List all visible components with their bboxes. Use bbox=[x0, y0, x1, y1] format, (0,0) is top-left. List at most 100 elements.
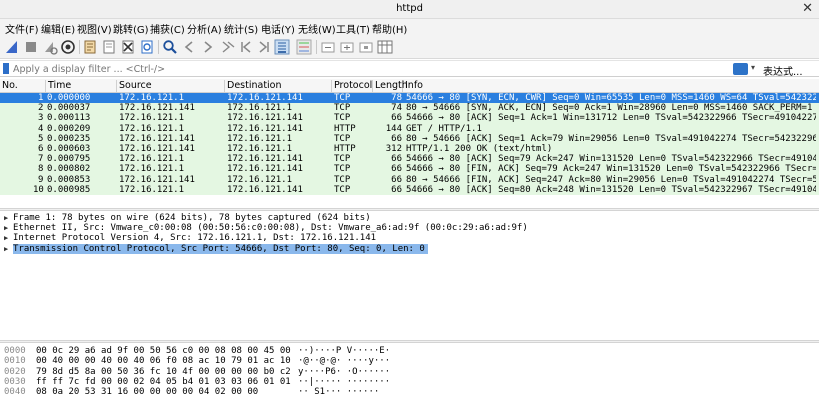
filter-history-dropdown-icon[interactable]: ▾ bbox=[751, 63, 755, 72]
menu-wireless[interactable]: 无线(W) bbox=[298, 21, 336, 36]
packet-source: 172.16.121.141 bbox=[119, 174, 195, 185]
menu-telephony[interactable]: 电话(Y) bbox=[261, 21, 295, 36]
packet-row[interactable]: 4 0.000209 172.16.121.1 172.16.121.141 H… bbox=[0, 123, 819, 134]
detail-ipv4[interactable]: ▶ Internet Protocol Version 4, Src: 172.… bbox=[0, 233, 819, 243]
menu-tools[interactable]: 工具(T) bbox=[336, 21, 370, 36]
packet-info: 54666 → 80 [SYN, ECN, CWR] Seq=0 Win=655… bbox=[406, 93, 816, 103]
packet-row[interactable]: 6 0.000603 172.16.121.141 172.16.121.1 H… bbox=[0, 144, 819, 155]
expand-arrow-icon[interactable]: ▶ bbox=[4, 223, 8, 233]
menu-help[interactable]: 帮助(H) bbox=[372, 21, 407, 36]
title-bar: httpd ✕ bbox=[0, 0, 819, 19]
bytes-row[interactable]: 0040 08 0a 20 53 31 16 00 00 00 00 04 02… bbox=[0, 387, 819, 397]
packet-row[interactable]: 10 0.000985 172.16.121.1 172.16.121.141 … bbox=[0, 184, 819, 195]
expand-arrow-icon[interactable]: ▶ bbox=[4, 233, 8, 243]
column-length[interactable]: Length bbox=[373, 80, 408, 93]
expand-arrow-icon[interactable]: ▶ bbox=[4, 213, 8, 223]
menu-file[interactable]: 文件(F) bbox=[5, 21, 39, 36]
save-file-icon[interactable] bbox=[101, 39, 117, 55]
bytes-row[interactable]: 0030 ff ff 7c fd 00 00 02 04 05 b4 01 03… bbox=[0, 377, 819, 387]
capture-options-icon[interactable] bbox=[60, 39, 76, 55]
expand-arrow-icon[interactable]: ▶ bbox=[4, 244, 8, 254]
go-forward-icon[interactable] bbox=[200, 39, 216, 55]
packet-time: 0.000985 bbox=[47, 184, 91, 195]
go-first-icon[interactable] bbox=[238, 39, 254, 55]
column-info[interactable]: Info bbox=[403, 80, 819, 93]
byte-ascii: ·@··@·@· ····y··· bbox=[298, 356, 391, 367]
packet-length: 144 bbox=[385, 123, 402, 134]
pane-splitter[interactable] bbox=[0, 340, 819, 343]
packet-row[interactable]: 2 0.000037 172.16.121.141 172.16.121.1 T… bbox=[0, 103, 819, 114]
zoom-in-icon[interactable] bbox=[320, 39, 336, 55]
byte-ascii: ·· S1··· ······ bbox=[298, 387, 380, 398]
go-last-icon[interactable] bbox=[256, 39, 272, 55]
go-to-packet-icon[interactable] bbox=[219, 39, 235, 55]
close-window-icon[interactable]: ✕ bbox=[802, 1, 813, 16]
detail-frame[interactable]: ▶ Frame 1: 78 bytes on wire (624 bits), … bbox=[0, 213, 819, 223]
find-packet-icon[interactable] bbox=[162, 39, 178, 55]
colorize-icon[interactable] bbox=[296, 39, 312, 55]
menu-view[interactable]: 视图(V) bbox=[77, 21, 112, 36]
byte-hex: 00 0c 29 a6 ad 9f 00 50 56 c0 00 08 08 0… bbox=[36, 346, 291, 356]
restart-capture-icon[interactable] bbox=[42, 39, 58, 55]
packet-time: 0.000037 bbox=[47, 103, 91, 114]
column-destination[interactable]: Destination bbox=[225, 80, 332, 93]
packet-length: 312 bbox=[385, 144, 402, 154]
packet-row[interactable]: 7 0.000795 172.16.121.1 172.16.121.141 T… bbox=[0, 154, 819, 165]
packet-source: 172.16.121.1 bbox=[119, 123, 185, 134]
menu-statistics[interactable]: 统计(S) bbox=[224, 21, 258, 36]
open-file-icon[interactable] bbox=[82, 39, 98, 55]
packet-list-header: No. Time Source Destination Protocol Len… bbox=[0, 79, 819, 93]
byte-offset: 0010 bbox=[4, 356, 26, 367]
packet-length: 66 bbox=[391, 164, 402, 175]
bytes-row[interactable]: 0010 00 40 00 00 40 00 40 06 f0 08 ac 10… bbox=[0, 356, 819, 366]
packet-source: 172.16.121.141 bbox=[119, 133, 195, 144]
bytes-row[interactable]: 0000 00 0c 29 a6 ad 9f 00 50 56 c0 00 08… bbox=[0, 346, 819, 356]
filter-bookmark-icon[interactable] bbox=[3, 63, 9, 74]
byte-hex: 00 40 00 00 40 00 40 06 f0 08 ac 10 79 0… bbox=[36, 356, 291, 367]
menu-edit[interactable]: 编辑(E) bbox=[41, 21, 75, 36]
packet-protocol: TCP bbox=[334, 174, 351, 185]
byte-ascii: ··)····P V·····E· bbox=[298, 346, 391, 356]
packet-protocol: HTTP bbox=[334, 123, 356, 134]
shark-fin-start-icon[interactable] bbox=[4, 39, 20, 55]
packet-time: 0.000209 bbox=[47, 123, 91, 134]
packet-info: 54666 → 80 [ACK] Seq=1 Ack=1 Win=131712 … bbox=[406, 113, 816, 124]
menu-go[interactable]: 跳转(G) bbox=[113, 21, 149, 36]
packet-info: 80 → 54666 [ACK] Seq=1 Ack=79 Win=29056 … bbox=[406, 133, 816, 144]
packet-row[interactable]: 5 0.000235 172.16.121.141 172.16.121.1 T… bbox=[0, 133, 819, 144]
apply-filter-arrow-icon[interactable] bbox=[733, 63, 748, 75]
go-back-icon[interactable] bbox=[181, 39, 197, 55]
expression-button[interactable]: 表达式... bbox=[763, 63, 803, 78]
zoom-out-icon[interactable] bbox=[339, 39, 355, 55]
packet-source: 172.16.121.141 bbox=[119, 103, 195, 114]
packet-row[interactable]: 3 0.000113 172.16.121.1 172.16.121.141 T… bbox=[0, 113, 819, 124]
close-file-icon[interactable] bbox=[120, 39, 136, 55]
byte-ascii: y····P6· ·O······ bbox=[298, 366, 391, 377]
packet-info: 80 → 54666 [SYN, ACK, ECN] Seq=0 Ack=1 W… bbox=[406, 103, 816, 114]
packet-protocol: TCP bbox=[334, 184, 351, 195]
bytes-row[interactable]: 0020 79 8d d5 8a 00 50 36 fc 10 4f 00 00… bbox=[0, 367, 819, 377]
packet-destination: 172.16.121.141 bbox=[227, 184, 303, 195]
packet-row[interactable]: 1 0.000000 172.16.121.1 172.16.121.141 T… bbox=[0, 93, 819, 104]
packet-row[interactable]: 8 0.000802 172.16.121.1 172.16.121.141 T… bbox=[0, 164, 819, 175]
packet-length: 66 bbox=[391, 133, 402, 144]
packet-protocol: TCP bbox=[334, 113, 351, 124]
detail-ethernet[interactable]: ▶ Ethernet II, Src: Vmware_c0:00:08 (00:… bbox=[0, 223, 819, 233]
column-time[interactable]: Time bbox=[46, 80, 117, 93]
column-protocol[interactable]: Protocol bbox=[332, 80, 373, 93]
packet-row[interactable]: 9 0.000853 172.16.121.141 172.16.121.1 T… bbox=[0, 174, 819, 185]
menu-analyze[interactable]: 分析(A) bbox=[187, 21, 222, 36]
detail-tcp[interactable]: ▶ Transmission Control Protocol, Src Por… bbox=[0, 243, 819, 254]
byte-offset: 0020 bbox=[4, 366, 26, 377]
auto-scroll-icon[interactable] bbox=[274, 39, 290, 55]
resize-columns-icon[interactable] bbox=[377, 39, 393, 55]
column-source[interactable]: Source bbox=[117, 80, 225, 93]
menu-capture[interactable]: 捕获(C) bbox=[150, 21, 185, 36]
column-no[interactable]: No. bbox=[0, 80, 46, 93]
packet-source: 172.16.121.1 bbox=[119, 154, 185, 165]
packet-source: 172.16.121.1 bbox=[119, 184, 185, 195]
display-filter-input[interactable] bbox=[13, 62, 729, 76]
stop-square-icon[interactable] bbox=[23, 39, 39, 55]
reload-file-icon[interactable] bbox=[139, 39, 155, 55]
normal-size-icon[interactable] bbox=[358, 39, 374, 55]
